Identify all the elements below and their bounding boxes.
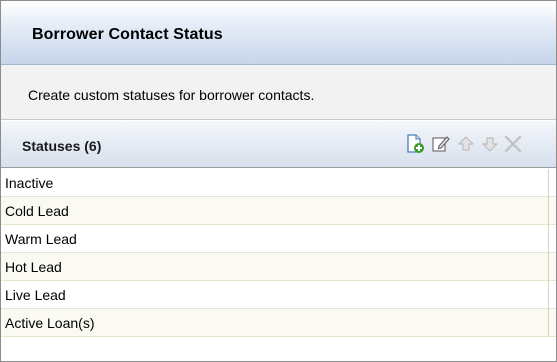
list-item-cell: Inactive <box>1 169 549 197</box>
list-item-cell: Live Lead <box>1 281 549 309</box>
new-status-icon <box>407 134 424 153</box>
panel-title-bar: Borrower Contact Status <box>1 1 556 65</box>
statuses-count-label: Statuses (6) <box>22 138 102 154</box>
edit-icon <box>432 136 450 152</box>
list-item[interactable]: Live Lead <box>1 281 556 309</box>
list-item-label: Inactive <box>5 175 54 191</box>
panel-title: Borrower Contact Status <box>32 26 223 43</box>
list-item-cell: Warm Lead <box>1 225 549 253</box>
borrower-contact-status-panel: Borrower Contact Status Create custom st… <box>0 0 557 362</box>
list-item-cell: Hot Lead <box>1 253 549 281</box>
panel-description: Create custom statuses for borrower cont… <box>28 87 315 103</box>
list-item[interactable]: Cold Lead <box>1 197 556 225</box>
move-up-icon <box>458 136 474 151</box>
list-item-cell: Active Loan(s) <box>1 309 549 337</box>
list-item[interactable]: Active Loan(s) <box>1 309 556 337</box>
list-item-label: Active Loan(s) <box>5 315 95 331</box>
list-item-label: Warm Lead <box>5 231 77 247</box>
statuses-list: Inactive Cold Lead Warm Lead Hot Lead Li… <box>1 169 556 337</box>
statuses-list-header: Statuses (6) <box>1 121 556 168</box>
delete-status-button[interactable] <box>502 133 524 155</box>
list-item[interactable]: Inactive <box>1 169 556 197</box>
move-down-icon <box>482 137 498 152</box>
list-item-label: Cold Lead <box>5 203 69 219</box>
new-status-button[interactable] <box>404 133 426 155</box>
description-band: Create custom statuses for borrower cont… <box>1 65 556 120</box>
list-item-cell: Cold Lead <box>1 197 549 225</box>
move-down-button[interactable] <box>479 133 501 155</box>
edit-status-button[interactable] <box>430 133 452 155</box>
move-up-button[interactable] <box>455 133 477 155</box>
list-item-label: Live Lead <box>5 287 66 303</box>
delete-icon <box>504 135 522 153</box>
list-item[interactable]: Warm Lead <box>1 225 556 253</box>
list-item-label: Hot Lead <box>5 259 62 275</box>
list-item[interactable]: Hot Lead <box>1 253 556 281</box>
